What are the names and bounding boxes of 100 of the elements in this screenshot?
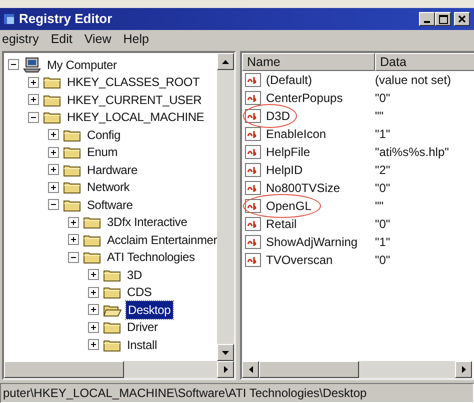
scroll-down-icon[interactable] (222, 350, 229, 354)
tree-item[interactable]: Enum (85, 143, 120, 162)
horizontal-scrollbar[interactable] (4, 361, 234, 378)
string-value-icon (245, 217, 261, 231)
status-bar: puter\HKEY_LOCAL_MACHINE\Software\ATI Technologies\Desktop (0, 383, 474, 403)
expand-icon[interactable] (88, 304, 99, 316)
value-data: "0" (374, 216, 392, 233)
tree-item[interactable]: Driver (125, 318, 160, 336)
folder-icon (83, 215, 101, 230)
expand-icon[interactable] (48, 164, 59, 176)
value-data: "1" (374, 126, 392, 143)
scroll-right-icon[interactable] (224, 366, 228, 373)
tree-item[interactable]: Hardware (85, 160, 140, 179)
tree-item[interactable]: Network (85, 178, 132, 196)
expand-icon[interactable] (88, 286, 99, 298)
value-name[interactable]: D3D (263, 107, 294, 125)
value-data: "2" (374, 162, 392, 179)
folder-icon (63, 198, 81, 212)
folder-icon (83, 232, 101, 247)
tree-item[interactable]: 3D (125, 266, 144, 284)
folder-icon (43, 92, 61, 107)
registry-icon (4, 12, 16, 26)
value-data: "" (374, 108, 385, 125)
value-data: "0" (374, 90, 392, 107)
folder-icon (43, 75, 61, 90)
value-data: (value not set) (374, 72, 452, 89)
menu-item[interactable]: egistry (2, 30, 39, 49)
scroll-left-icon[interactable] (248, 366, 252, 373)
vertical-scrollbar[interactable] (217, 53, 234, 361)
value-data: "0" (374, 252, 392, 269)
column-header[interactable]: Data (375, 53, 474, 71)
window-title: Registry Editor (19, 10, 112, 28)
folder-icon (103, 268, 121, 282)
expand-icon[interactable] (28, 94, 39, 106)
expand-icon[interactable] (48, 182, 59, 193)
value-name[interactable]: No800TVSize (263, 179, 344, 197)
minimize-button[interactable] (419, 12, 435, 26)
scroll-right-icon[interactable] (462, 366, 466, 373)
value-name[interactable]: CenterPopups (263, 89, 346, 107)
maximize-button[interactable] (435, 12, 451, 26)
string-value-icon (245, 253, 261, 267)
value-name[interactable]: (Default) (263, 71, 316, 89)
folder-icon (43, 110, 61, 124)
tree-item[interactable]: My Computer (45, 56, 119, 74)
value-name[interactable]: EnableIcon (263, 125, 330, 143)
folder-icon (83, 250, 101, 264)
scroll-up-icon[interactable] (222, 60, 229, 64)
folder-icon (63, 162, 81, 177)
close-button[interactable] (454, 12, 470, 26)
expand-icon[interactable] (88, 339, 99, 350)
value-name[interactable]: HelpFile (263, 143, 314, 161)
tree-item[interactable]: Config (85, 126, 122, 144)
string-value-icon (245, 73, 261, 87)
value-name[interactable]: OpenGL (263, 197, 314, 215)
collapse-icon[interactable] (68, 252, 79, 263)
string-value-icon (245, 181, 261, 195)
collapse-icon[interactable] (48, 199, 59, 210)
collapse-icon[interactable] (28, 112, 39, 123)
value-name[interactable]: Retail (263, 215, 300, 233)
expand-icon[interactable] (88, 322, 99, 333)
folder-icon (63, 180, 81, 194)
folder-icon (103, 285, 121, 300)
folder-icon (103, 320, 121, 334)
tree-item[interactable]: Install (125, 336, 159, 354)
tree-item[interactable]: HKEY_CLASSES_ROOT (65, 73, 202, 92)
string-value-icon (245, 235, 261, 249)
menu-item[interactable]: Edit (50, 30, 72, 49)
value-name[interactable]: TVOverscan (263, 251, 336, 269)
horizontal-scrollbar[interactable] (242, 361, 472, 378)
computer-icon (23, 56, 41, 73)
tree-item[interactable]: Desktop (126, 300, 173, 319)
tree-item[interactable]: 3Dfx Interactive (105, 213, 190, 232)
value-data: "1" (374, 234, 392, 251)
tree-item[interactable]: Acclaim Entertainmer (105, 230, 217, 249)
expand-icon[interactable] (68, 234, 79, 246)
value-name[interactable]: HelpID (263, 161, 306, 179)
tree-item[interactable]: HKEY_LOCAL_MACHINE (65, 108, 206, 126)
expand-icon[interactable] (28, 76, 39, 88)
value-data: "" (374, 198, 385, 215)
close-icon (458, 15, 466, 23)
string-value-icon (245, 199, 261, 213)
string-value-icon (245, 163, 261, 177)
value-data: "0" (374, 180, 392, 197)
expand-icon[interactable] (68, 216, 79, 228)
tree-item[interactable]: HKEY_CURRENT_USER (65, 90, 204, 109)
menu-item[interactable]: Help (123, 30, 149, 49)
tree-item[interactable]: CDS (125, 283, 154, 302)
expand-icon[interactable] (88, 269, 99, 280)
menu-item[interactable]: View (84, 30, 112, 49)
collapse-icon[interactable] (8, 59, 19, 70)
value-name[interactable]: ShowAdjWarning (263, 233, 361, 251)
value-data: "ati%s%s.hlp" (374, 144, 450, 161)
maximize-icon (438, 14, 448, 24)
string-value-icon (245, 127, 261, 141)
expand-icon[interactable] (48, 146, 59, 158)
expand-icon[interactable] (48, 129, 59, 140)
column-header[interactable]: Name (242, 53, 375, 71)
folder-icon (63, 128, 81, 142)
tree-item[interactable]: ATI Technologies (105, 248, 197, 266)
tree-item[interactable]: Software (85, 196, 135, 214)
